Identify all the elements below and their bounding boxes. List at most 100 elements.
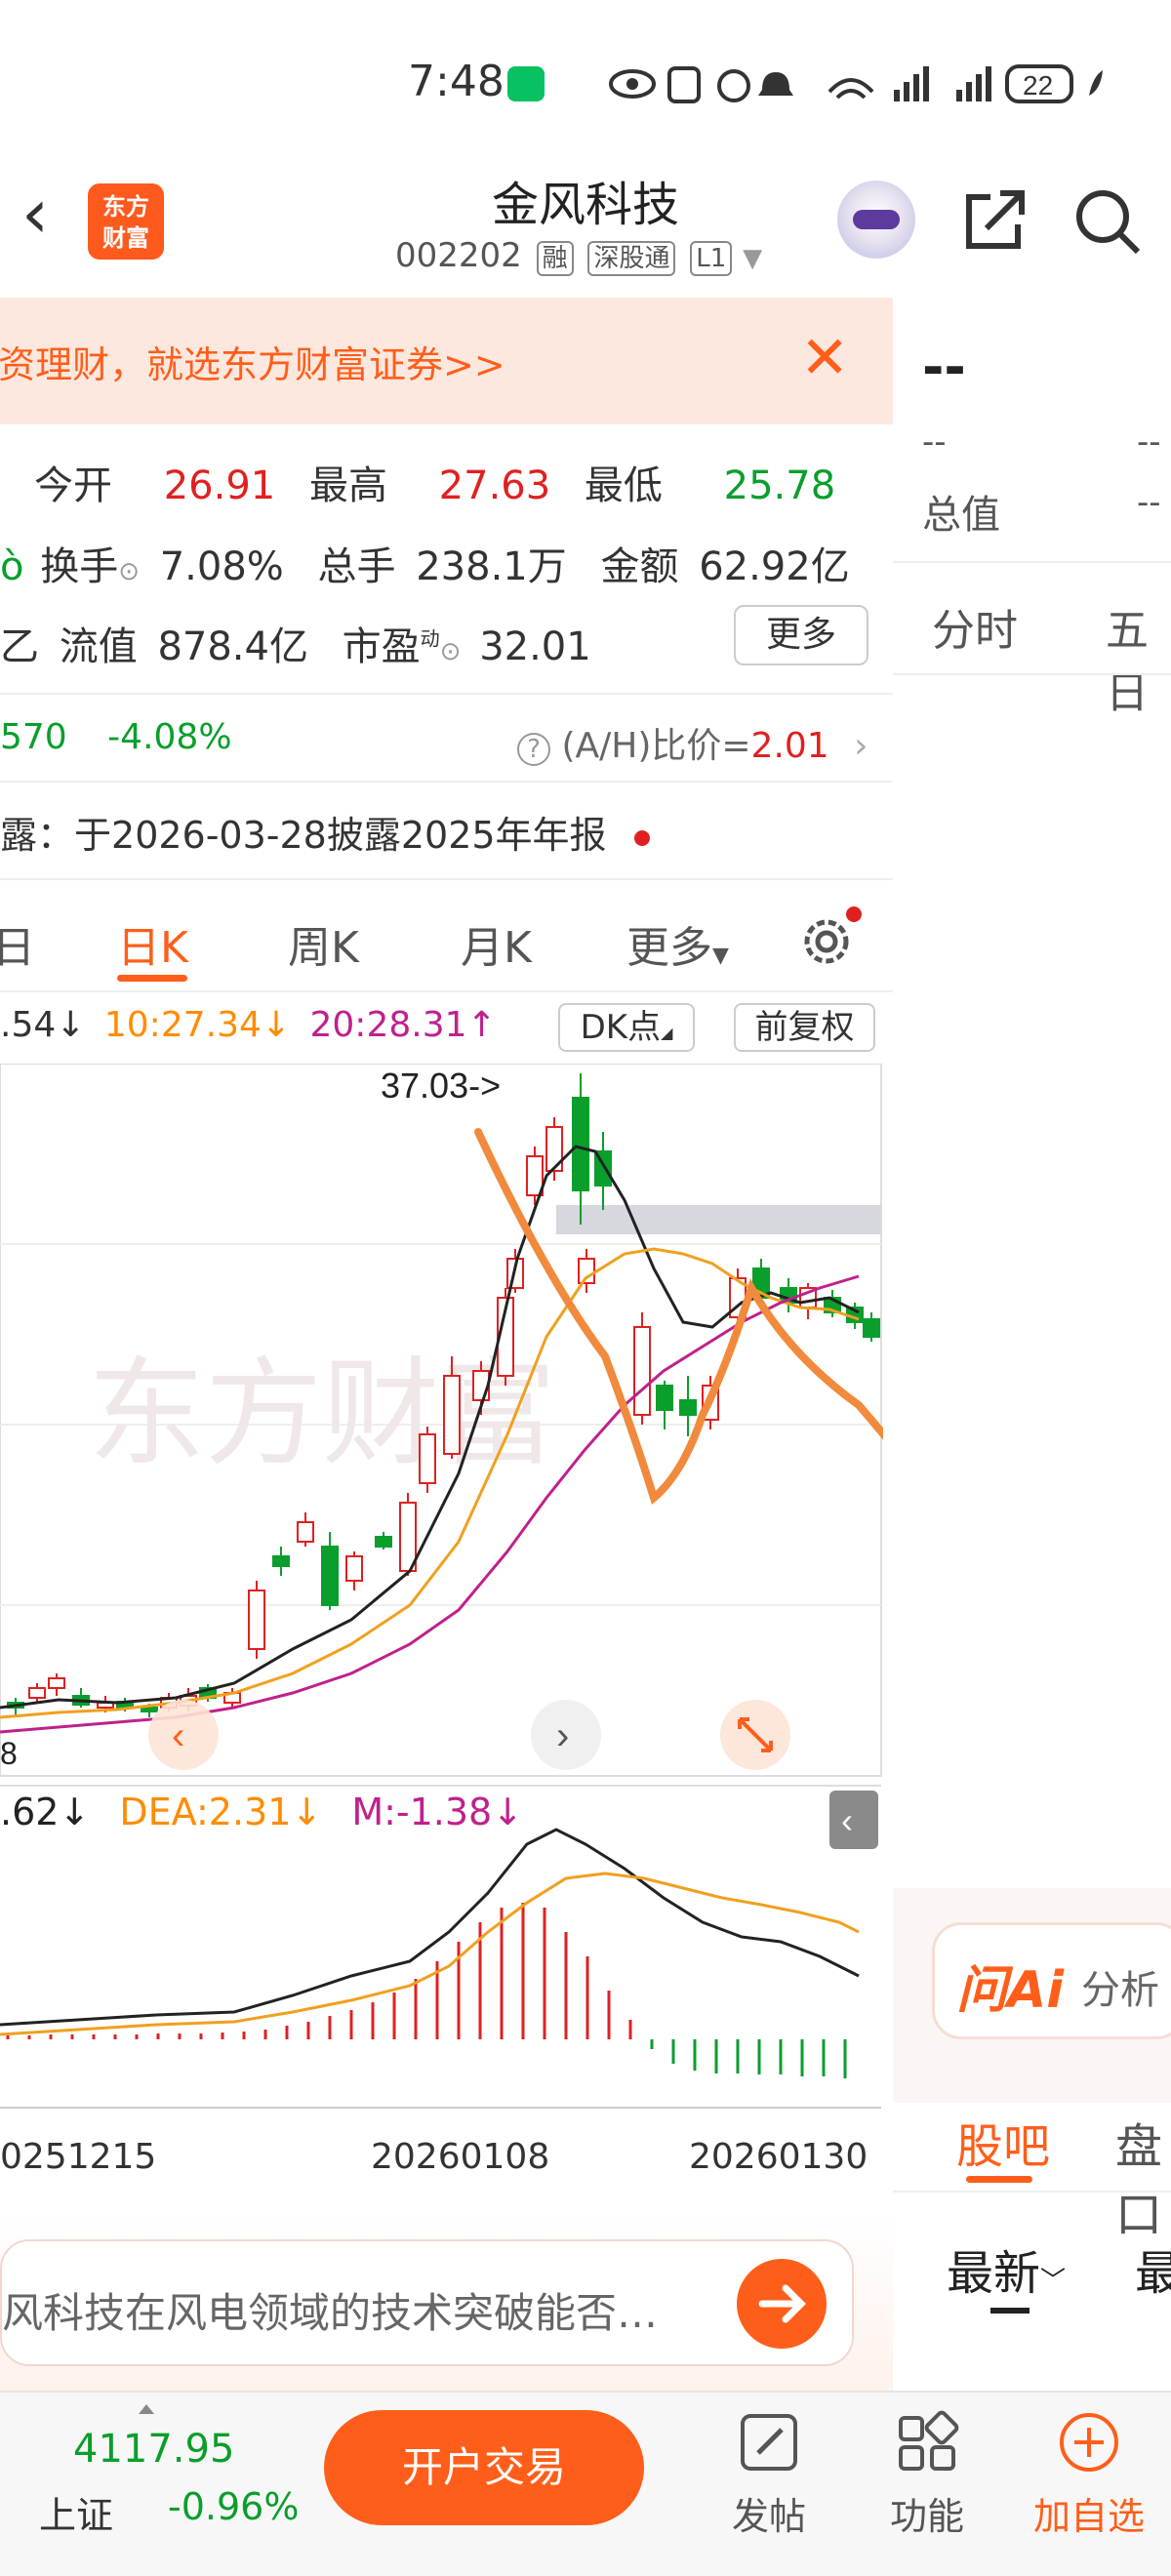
open-value: 26.91 xyxy=(163,463,276,508)
open-account-button[interactable]: 开户交易 xyxy=(324,2410,644,2525)
index-pct[interactable]: -0.96% xyxy=(168,2485,299,2528)
tab-guba[interactable]: 股吧 xyxy=(956,2108,1050,2176)
chevron-right-icon: › xyxy=(854,726,868,766)
disclosure-label: 露： xyxy=(0,814,75,857)
candle xyxy=(375,1536,392,1548)
tab-month-k[interactable]: 月K xyxy=(461,912,532,975)
candle xyxy=(272,1555,290,1567)
post-button[interactable]: 发帖 xyxy=(710,2410,828,2540)
disclosure-row[interactable]: 露：于2026-03-28披露2025年年报 xyxy=(0,805,650,859)
candle xyxy=(419,1433,436,1484)
ma10-value: 10:27.34↓ xyxy=(103,1005,292,1045)
sort-newest[interactable]: 最新﹀ xyxy=(947,2234,1066,2303)
candle xyxy=(578,1258,595,1284)
add-watchlist-button[interactable]: 加自选 xyxy=(1030,2410,1148,2540)
caret-up-icon xyxy=(139,2404,154,2414)
tab-pankou[interactable]: 盘口 xyxy=(1115,2108,1171,2244)
low-price-label: 8 xyxy=(0,1736,18,1771)
ah-ratio[interactable]: ? (A/H)比价=2.01 › xyxy=(517,717,868,768)
kline-chart[interactable]: 东方财富 37.03-> 8 ‹ › ‹ xyxy=(0,1064,883,2117)
candle xyxy=(248,1590,265,1650)
tab-week-k[interactable]: 周K xyxy=(288,912,359,975)
tag-shengutong: 深股通 xyxy=(587,241,676,276)
battery-level: 22 xyxy=(1023,70,1053,101)
more-quote-button[interactable]: 更多 xyxy=(734,605,868,665)
ma5-value: .54↓ xyxy=(0,1005,86,1045)
svg-text:‹: ‹ xyxy=(841,1800,853,1840)
ai-label: 问Ai xyxy=(956,1961,1065,2020)
dif-line xyxy=(0,1828,860,2027)
arrow-right-icon xyxy=(758,2284,806,2323)
sort-newest-2[interactable]: 最 xyxy=(1135,2234,1171,2303)
share-icon[interactable] xyxy=(961,185,1030,254)
help-icon: ? xyxy=(517,733,550,766)
ask-input[interactable]: 风科技在风电领域的技术突破能否… xyxy=(0,2239,854,2366)
volume-value: 238.1万 xyxy=(416,544,567,589)
high-label: 最高 xyxy=(308,463,387,508)
pe-value: 32.01 xyxy=(479,624,591,669)
dk-point-button[interactable]: DK点◢ xyxy=(558,1003,695,1052)
quote-row-1: 今开 26.91 最高 27.63 最低 25.78 xyxy=(34,454,835,510)
ai-robot-avatar[interactable] xyxy=(837,181,915,259)
ma-row: .54↓ 10:27.34↓ 20:28.31↑ xyxy=(0,1005,497,1045)
promo-text[interactable]: 投资理财，就选东方财富证券>> xyxy=(0,335,505,388)
side-total-value: -- xyxy=(1137,483,1161,522)
side-sub1: -- xyxy=(922,423,947,462)
stock-code-row: 002202 融 深股通 L1 ▼ xyxy=(395,236,762,276)
edit-icon xyxy=(741,2414,797,2471)
open-label: 今开 xyxy=(34,463,112,508)
float-label: 流值 xyxy=(59,624,138,669)
status-time: 7:48 xyxy=(408,57,505,106)
index-value[interactable]: 4117.95 xyxy=(73,2427,234,2472)
peak-annotation: 37.03-> xyxy=(381,1066,501,1106)
dea-line xyxy=(0,1872,860,2036)
tab-intraday[interactable]: 日 xyxy=(0,912,35,975)
quote-row-2: ò 换手⊙ 7.08% 总手 238.1万 金额 62.92亿 xyxy=(0,544,850,589)
ah-ratio-value: 2.01 xyxy=(750,726,829,766)
volume-label: 总手 xyxy=(317,544,396,589)
side-sub2: -- xyxy=(1137,423,1161,462)
close-icon[interactable]: ✕ xyxy=(800,319,849,397)
amount-label: 金额 xyxy=(600,544,679,589)
pe-label: 市盈 xyxy=(342,624,421,669)
plus-circle-icon xyxy=(1060,2413,1118,2472)
promo-banner[interactable]: 投资理财，就选东方财富证券>> ✕ xyxy=(0,298,893,424)
index-name[interactable]: 上证 xyxy=(39,2485,113,2539)
adjust-button[interactable]: 前复权 xyxy=(734,1003,875,1052)
red-dot xyxy=(633,829,650,846)
period-tabs: 日 日K 周K 月K 更多▼ xyxy=(0,883,893,990)
chevron-down-icon[interactable]: ▼ xyxy=(743,244,762,273)
candle xyxy=(633,1326,651,1416)
search-icon[interactable] xyxy=(1071,185,1142,256)
tab-fenshi[interactable]: 分时 xyxy=(932,595,1018,658)
disclosure-text: 于2026-03-28披露2025年年报 xyxy=(74,814,607,857)
collapse-tab xyxy=(829,1791,878,1849)
low-label: 最低 xyxy=(584,463,663,508)
candle xyxy=(679,1399,697,1416)
ah-row[interactable]: 570 -4.08% xyxy=(0,717,232,757)
header: ‹ 东方 财富 金风科技 002202 融 深股通 L1 ▼ xyxy=(0,156,1171,293)
svg-text:›: › xyxy=(556,1714,569,1757)
function-button[interactable]: 功能 xyxy=(868,2410,986,2540)
date-tick: 0251215 xyxy=(0,2137,157,2177)
gear-icon[interactable] xyxy=(795,903,864,971)
wechat-icon xyxy=(507,66,545,101)
float-value: 878.4亿 xyxy=(157,624,308,669)
bottom-bar: 4117.95 上证 -0.96% 开户交易 发帖 功能 加自选 xyxy=(0,2391,1171,2576)
side-panel: -- -- -- 总值 -- 分时 五日 问Ai 分析 股吧 盘口 最新﹀ 最 xyxy=(893,298,1171,2347)
low-value: 25.78 xyxy=(723,463,836,508)
h-pct: -4.08% xyxy=(107,717,232,757)
turnover-label: 换手 xyxy=(40,544,119,589)
send-button[interactable] xyxy=(737,2259,827,2349)
tab-day-k[interactable]: 日K xyxy=(117,912,188,975)
ai-text: 分析 xyxy=(1081,1968,1159,2013)
tab-wuri[interactable]: 五日 xyxy=(1106,595,1171,720)
tab-more[interactable]: 更多▼ xyxy=(626,912,729,975)
candle xyxy=(28,1687,46,1699)
macd-legend: .62↓ DEA:2.31↓ M:-1.38↓ xyxy=(0,1791,524,1833)
ai-analysis-button[interactable]: 问Ai 分析 xyxy=(932,1922,1171,2039)
date-axis: 0251215 20260108 20260130 xyxy=(0,2127,883,2186)
high-value: 27.63 xyxy=(438,463,551,508)
shaded-zone xyxy=(556,1205,881,1234)
quote-row-3: 乙 流值 878.4亿 市盈动⊙ 32.01 xyxy=(0,624,591,669)
